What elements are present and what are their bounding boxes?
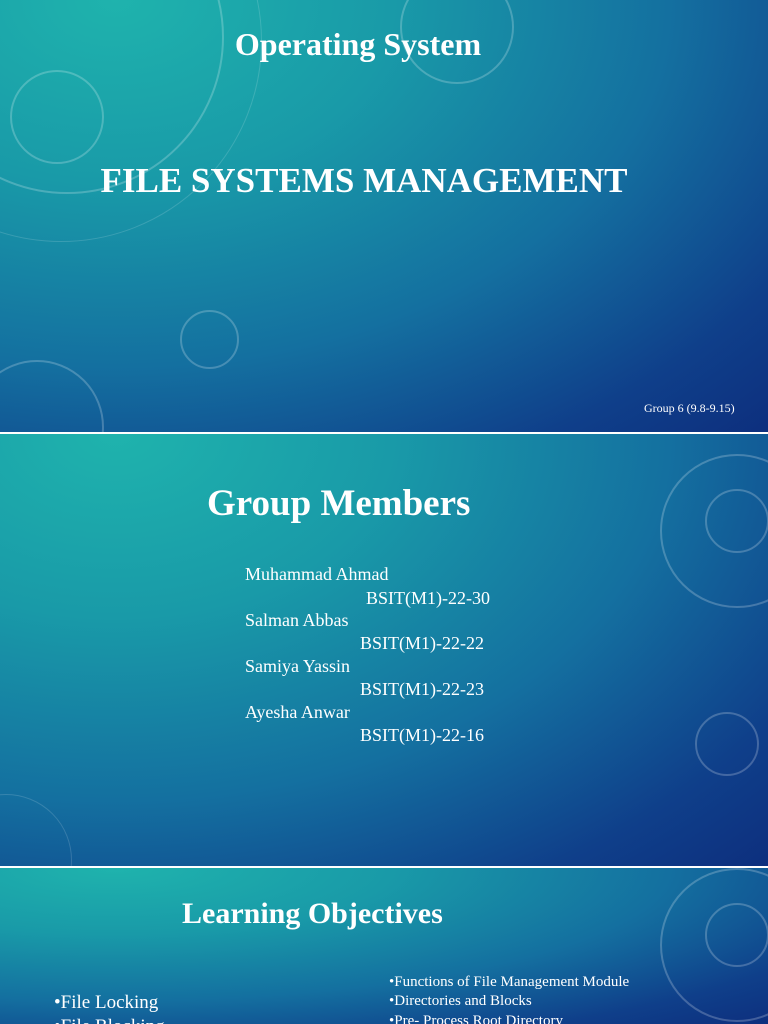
decorative-ring bbox=[695, 712, 759, 776]
decorative-ring bbox=[180, 310, 239, 369]
decorative-ring bbox=[0, 794, 72, 866]
slide-title: Learning Objectives bbox=[182, 897, 443, 930]
member-name: Ayesha Anwar bbox=[245, 702, 350, 722]
decorative-ring bbox=[0, 360, 104, 432]
objective-item: •Functions of File Management Module bbox=[389, 974, 630, 990]
slide-title: FILE SYSTEMS MANAGEMENT bbox=[100, 161, 628, 200]
slide-title: Group Members bbox=[207, 483, 471, 524]
member-name: Muhammad Ahmad bbox=[245, 564, 389, 584]
group-label: Group 6 (9.8-9.15) bbox=[644, 401, 735, 415]
member-name: Samiya Yassin bbox=[245, 656, 351, 676]
slide-subtitle: Operating System bbox=[234, 26, 482, 62]
objective-item: •Pre- Process Root Directory bbox=[389, 1013, 563, 1024]
member-id: BSIT(M1)-22-23 bbox=[360, 679, 484, 699]
objective-item: •File Locking bbox=[54, 992, 159, 1013]
slide-learning-objectives: Learning Objectives •File Locking •File … bbox=[0, 868, 768, 1024]
slide-group-members: Group Members Muhammad Ahmad BSIT(M1)-22… bbox=[0, 434, 768, 866]
objective-item: •File Blocking bbox=[54, 1016, 165, 1024]
member-id: BSIT(M1)-22-30 bbox=[366, 588, 490, 608]
slide-title: Operating System FILE SYSTEMS MANAGEMENT… bbox=[0, 0, 768, 432]
decorative-ring bbox=[705, 903, 768, 967]
member-id: BSIT(M1)-22-16 bbox=[360, 725, 484, 745]
decorative-ring bbox=[705, 489, 768, 553]
decorative-ring bbox=[10, 70, 104, 164]
member-name: Salman Abbas bbox=[245, 610, 349, 630]
objective-item: •Directories and Blocks bbox=[389, 993, 532, 1009]
member-id: BSIT(M1)-22-22 bbox=[360, 633, 484, 653]
